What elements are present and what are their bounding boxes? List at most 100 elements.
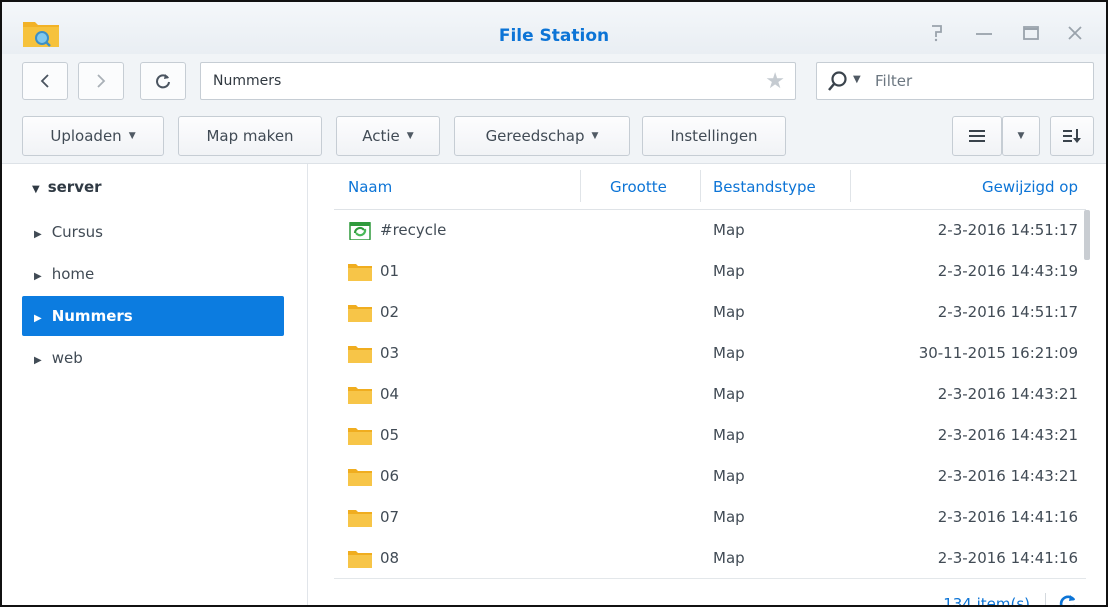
sidebar-item-label: home: [51, 265, 95, 283]
help-icon[interactable]: [930, 24, 944, 45]
file-type: Map: [713, 344, 745, 362]
view-mode-dropdown[interactable]: ▼: [1002, 116, 1040, 156]
caret-down-icon: ▼: [1017, 131, 1025, 141]
sidebar-item-home[interactable]: ▶ home: [22, 254, 284, 294]
file-station-window: File Station Nummers ★ ▼ Filter Uploaden…: [0, 0, 1108, 607]
refresh-icon[interactable]: [1058, 593, 1078, 607]
sidebar-item-cursus[interactable]: ▶ Cursus: [22, 212, 284, 252]
folder-icon: [348, 387, 372, 404]
file-modified: 2-3-2016 14:43:21: [937, 385, 1078, 403]
sort-icon: [1063, 129, 1081, 143]
tree-root-label: server: [47, 178, 102, 196]
file-modified: 2-3-2016 14:41:16: [937, 508, 1078, 526]
recycle-icon: [349, 222, 371, 240]
sidebar-item-nummers[interactable]: ▶ Nummers: [22, 296, 284, 336]
column-divider[interactable]: [580, 170, 581, 202]
column-header-size[interactable]: Grootte: [610, 178, 667, 196]
refresh-button[interactable]: [140, 62, 186, 100]
file-modified: 30-11-2015 16:21:09: [918, 344, 1078, 362]
file-type: Map: [713, 221, 745, 239]
sidebar-item-web[interactable]: ▶ web: [22, 338, 284, 378]
caret-right-icon[interactable]: ▶: [34, 341, 42, 381]
file-modified: 2-3-2016 14:43:21: [937, 467, 1078, 485]
filter-input[interactable]: ▼ Filter: [816, 62, 1094, 100]
file-name: 03: [380, 344, 400, 362]
column-divider[interactable]: [850, 170, 851, 202]
list-view-icon: [969, 130, 985, 142]
settings-button[interactable]: Instellingen: [642, 116, 786, 156]
sidebar-item-label: Cursus: [51, 223, 103, 241]
navigation-bar: Nummers ★ ▼ Filter: [2, 54, 1106, 110]
folder-icon: [348, 346, 372, 363]
new-folder-label: Map maken: [206, 127, 294, 145]
file-modified: 2-3-2016 14:51:17: [937, 221, 1078, 239]
table-row[interactable]: #recycle Map 2-3-2016 14:51:17: [334, 210, 1086, 251]
upload-label: Uploaden: [50, 127, 122, 145]
filter-placeholder: Filter: [875, 72, 913, 90]
table-row[interactable]: 03 Map 30-11-2015 16:21:09: [334, 333, 1086, 374]
column-header-type[interactable]: Bestandstype: [713, 178, 816, 196]
folder-icon: [348, 305, 372, 322]
caret-right-icon[interactable]: ▶: [34, 299, 42, 339]
file-name: 05: [380, 426, 400, 444]
close-icon[interactable]: [1066, 24, 1084, 45]
caret-right-icon[interactable]: ▶: [34, 215, 42, 255]
column-header-modified[interactable]: Gewijzigd op: [982, 178, 1078, 196]
maximize-icon[interactable]: [1022, 24, 1040, 45]
file-type: Map: [713, 508, 745, 526]
file-name: 08: [380, 549, 400, 567]
back-button[interactable]: [22, 62, 68, 100]
path-bar[interactable]: Nummers ★: [200, 62, 796, 100]
refresh-icon: [156, 74, 170, 89]
caret-down-icon: ▼: [128, 131, 136, 141]
file-list: Naam Grootte Bestandstype Gewijzigd op #…: [334, 164, 1090, 607]
star-icon[interactable]: ★: [765, 69, 785, 94]
toolbar: Uploaden ▼ Map maken Actie ▼ Gereedschap ▼ …: [2, 110, 1106, 164]
list-view-button[interactable]: [952, 116, 1002, 156]
table-row[interactable]: 02 Map 2-3-2016 14:51:17: [334, 292, 1086, 333]
file-modified: 2-3-2016 14:43:21: [937, 426, 1078, 444]
tools-button[interactable]: Gereedschap ▼: [454, 116, 630, 156]
status-bar: 134 item(s): [334, 578, 1086, 607]
table-row[interactable]: 08 Map 2-3-2016 14:41:16: [334, 538, 1086, 579]
file-name: 06: [380, 467, 400, 485]
vertical-scrollbar[interactable]: [1084, 210, 1090, 260]
table-row[interactable]: 04 Map 2-3-2016 14:43:21: [334, 374, 1086, 415]
filter-dropdown-icon[interactable]: ▼: [853, 74, 861, 85]
column-divider[interactable]: [700, 170, 701, 202]
file-modified: 2-3-2016 14:41:16: [937, 549, 1078, 567]
sort-button[interactable]: [1050, 116, 1094, 156]
file-modified: 2-3-2016 14:51:17: [937, 303, 1078, 321]
caret-down-icon[interactable]: ▼: [32, 184, 40, 195]
folder-icon: [348, 264, 372, 281]
column-header-name[interactable]: Naam: [348, 178, 392, 196]
table-row[interactable]: 06 Map 2-3-2016 14:43:21: [334, 456, 1086, 497]
action-button[interactable]: Actie ▼: [336, 116, 440, 156]
file-type: Map: [713, 467, 745, 485]
table-row[interactable]: 01 Map 2-3-2016 14:43:19: [334, 251, 1086, 292]
title-bar: File Station: [2, 2, 1106, 54]
divider: [1045, 593, 1046, 605]
file-type: Map: [713, 303, 745, 321]
minimize-icon[interactable]: [974, 24, 994, 45]
table-row[interactable]: 07 Map 2-3-2016 14:41:16: [334, 497, 1086, 538]
new-folder-button[interactable]: Map maken: [178, 116, 322, 156]
table-row[interactable]: 05 Map 2-3-2016 14:43:21: [334, 415, 1086, 456]
tools-label: Gereedschap: [485, 127, 585, 145]
folder-icon: [348, 428, 372, 445]
file-name: 04: [380, 385, 400, 403]
sidebar-item-label: Nummers: [51, 307, 133, 325]
file-rows: #recycle Map 2-3-2016 14:51:17 01 Map 2-…: [334, 210, 1086, 590]
action-label: Actie: [362, 127, 400, 145]
file-name: #recycle: [380, 221, 447, 239]
upload-button[interactable]: Uploaden ▼: [22, 116, 164, 156]
folder-icon: [348, 551, 372, 568]
tree-root-server[interactable]: ▼ server: [32, 178, 102, 196]
current-path: Nummers: [213, 73, 282, 89]
caret-right-icon[interactable]: ▶: [34, 257, 42, 297]
file-type: Map: [713, 385, 745, 403]
file-modified: 2-3-2016 14:43:19: [937, 262, 1078, 280]
file-name: 01: [380, 262, 400, 280]
folder-icon: [348, 510, 372, 527]
forward-button[interactable]: [78, 62, 124, 100]
